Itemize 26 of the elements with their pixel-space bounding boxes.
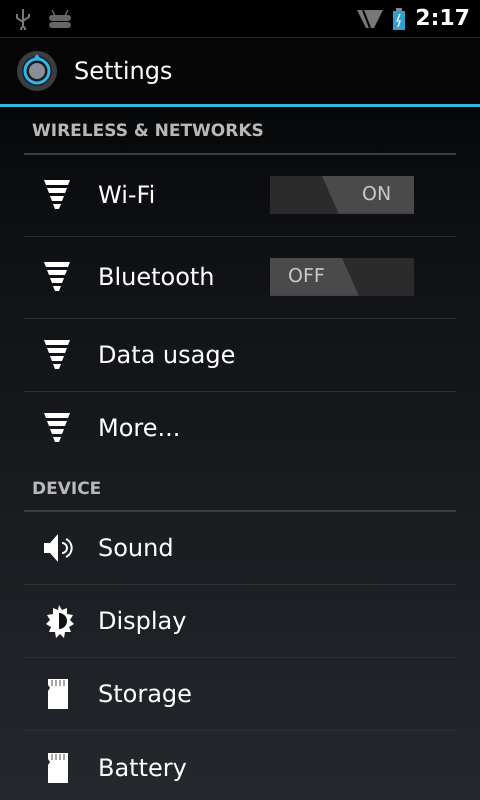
row-label: Storage [98, 679, 192, 710]
row-label: More... [98, 413, 180, 444]
row-label: Battery [98, 752, 187, 784]
settings-row[interactable]: Storage [24, 658, 456, 731]
row-label: Display [98, 606, 186, 637]
row-label: Wi-Fi [98, 180, 156, 211]
toggle-switch[interactable]: ON [270, 176, 414, 214]
settings-row[interactable]: Display [24, 585, 456, 658]
row-label: Bluetooth [98, 262, 215, 293]
settings-row[interactable]: Wi-Fi ON [24, 154, 456, 236]
settings-row[interactable]: Data usage [24, 318, 456, 392]
settings-app-icon[interactable] [16, 50, 58, 92]
screen-title: Settings [74, 56, 172, 87]
usb-icon [16, 8, 30, 30]
clock-text: 2:17 [415, 5, 470, 33]
row-label: Data usage [98, 340, 236, 370]
battery-icon [393, 8, 406, 30]
row-label: Sound [98, 533, 174, 564]
signal-icon [357, 8, 384, 30]
toggle-switch[interactable]: OFF [270, 258, 414, 296]
settings-row[interactable]: More... [24, 392, 456, 464]
section-header: DEVICE [24, 464, 456, 512]
settings-row[interactable]: Bluetooth OFF [24, 236, 456, 318]
section-header: WIRELESS & NETWORKS [24, 107, 456, 154]
settings-row[interactable]: Sound [24, 512, 456, 585]
settings-row[interactable]: Battery [24, 731, 456, 800]
